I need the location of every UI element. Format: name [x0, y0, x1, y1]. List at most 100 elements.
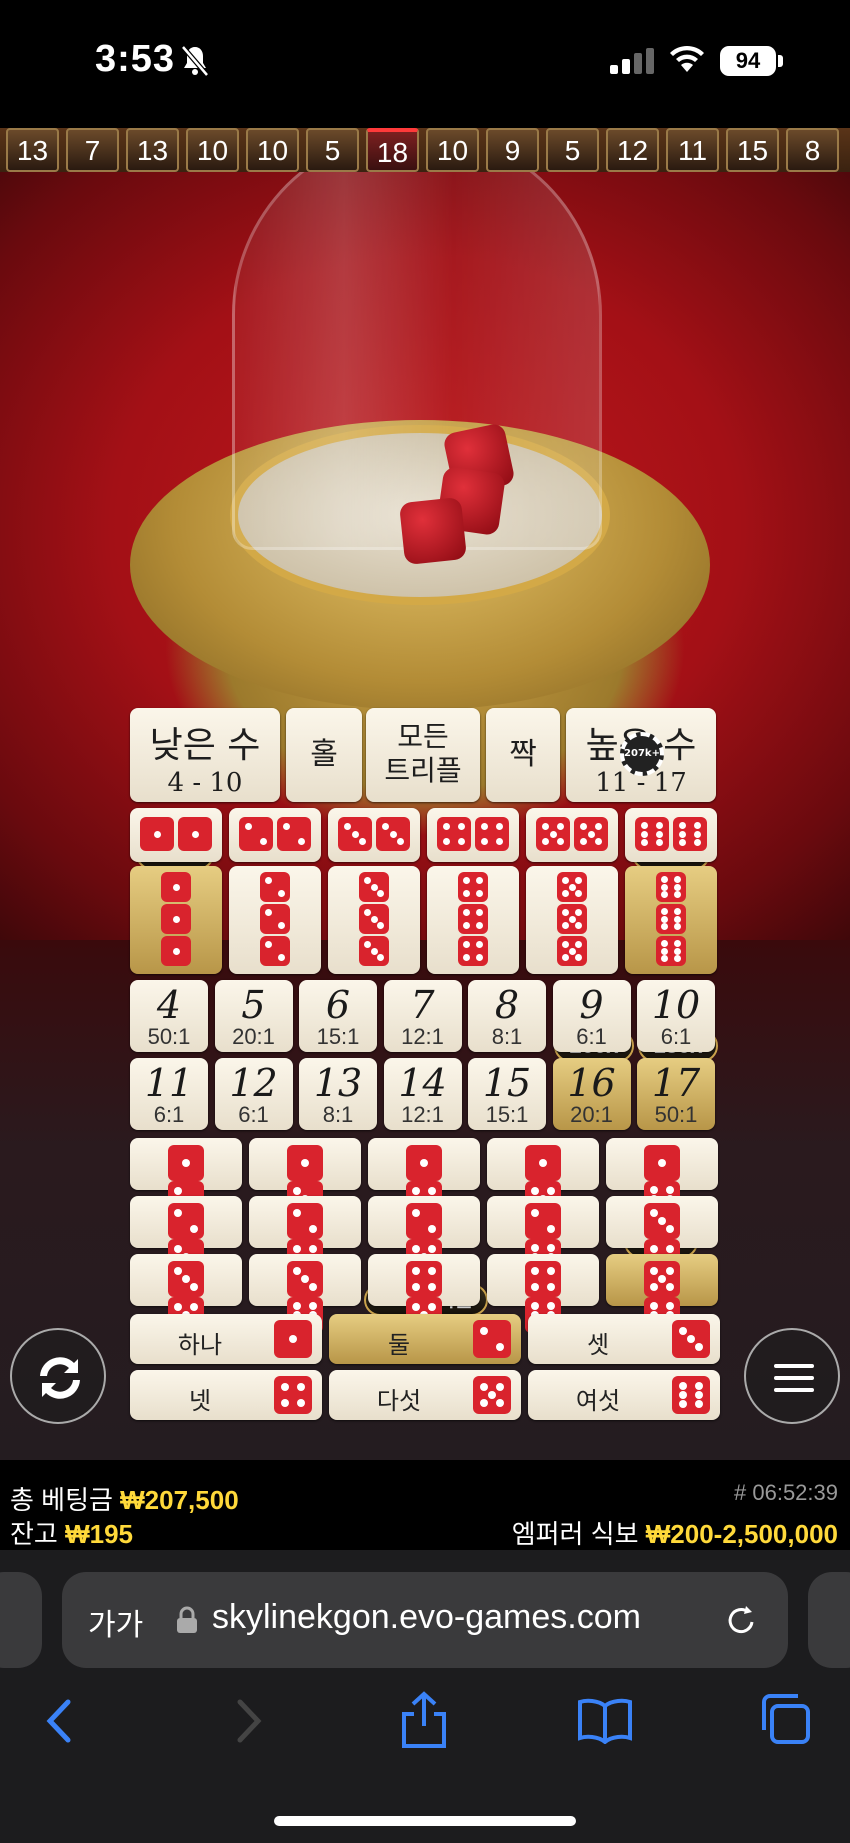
- die-face-6-icon: [656, 904, 686, 934]
- table-info: 엠퍼러 식보 ₩200-2,500,000: [512, 1514, 838, 1551]
- bet-double-4[interactable]: [427, 808, 519, 862]
- bet-single-6[interactable]: 여섯: [528, 1370, 720, 1420]
- bet-combo-3-5[interactable]: [130, 1254, 242, 1333]
- total-number: 5: [241, 983, 266, 1027]
- total-payout: 20:1: [570, 1102, 613, 1127]
- bet-total-8[interactable]: 8 8:1: [468, 980, 546, 1052]
- die-face-4-icon: [525, 1261, 561, 1297]
- bet-total-4[interactable]: 4 50:1: [130, 980, 208, 1052]
- bet-combo-2-4[interactable]: [249, 1196, 361, 1275]
- tabs-icon[interactable]: [758, 1692, 812, 1746]
- bet-combo-1-3[interactable]: [249, 1138, 361, 1217]
- bet-combo-1-4[interactable]: [368, 1138, 480, 1217]
- previous-tab-preview[interactable]: [0, 1572, 42, 1668]
- bet-triple-3[interactable]: [328, 866, 420, 974]
- menu-button[interactable]: [744, 1328, 840, 1424]
- repeat-bet-button[interactable]: [10, 1328, 106, 1424]
- die-face-1-icon: [644, 1145, 680, 1181]
- bet-single-4[interactable]: 넷: [130, 1370, 322, 1420]
- die-face-3-icon: [287, 1261, 323, 1297]
- balance: 잔고 ₩195: [10, 1514, 133, 1551]
- bet-double-1[interactable]: [130, 808, 222, 862]
- back-icon[interactable]: [40, 1696, 80, 1746]
- bet-triple-5[interactable]: [526, 866, 618, 974]
- bet-combo-1-6[interactable]: [606, 1138, 718, 1217]
- single-label: 둘: [387, 1331, 411, 1359]
- bet-total-17[interactable]: 17 50:1: [637, 1058, 715, 1130]
- bet-triple-1[interactable]: [130, 866, 222, 974]
- total-bet-value: ₩207,500: [120, 1485, 239, 1515]
- bet-odd[interactable]: 홀: [286, 708, 362, 802]
- bet-total-6[interactable]: 6 15:1: [299, 980, 377, 1052]
- bet-single-3[interactable]: 셋: [528, 1314, 720, 1364]
- bet-total-12[interactable]: 12 6:1: [214, 1058, 293, 1130]
- bet-small-range: 4 - 10: [167, 768, 243, 798]
- total-payout: 6:1: [153, 1102, 185, 1127]
- die-face-2-icon: [287, 1203, 323, 1239]
- bet-total-11[interactable]: 11 6:1: [130, 1058, 208, 1130]
- bet-total-13[interactable]: 13 8:1: [299, 1058, 377, 1130]
- address-bar[interactable]: 가가 skylinekgon.evo-games.com: [62, 1572, 788, 1668]
- total-payout: 6:1: [238, 1102, 269, 1127]
- forward-icon[interactable]: [228, 1696, 268, 1746]
- bet-combo-2-5[interactable]: [368, 1196, 480, 1275]
- bet-total-14[interactable]: 14 12:1: [383, 1058, 462, 1130]
- bet-combo-5-6[interactable]: [606, 1254, 718, 1333]
- single-label: 하나: [177, 1331, 223, 1359]
- bet-triple-6[interactable]: [625, 866, 717, 974]
- bet-combo-2-3[interactable]: [130, 1196, 242, 1275]
- die-face-5-icon: [536, 817, 570, 851]
- bet-combo-4-6[interactable]: [487, 1254, 599, 1333]
- die-face-3-icon: [644, 1203, 680, 1239]
- bet-combo-1-2[interactable]: [130, 1138, 242, 1217]
- bet-total-7[interactable]: 7 12:1: [383, 980, 462, 1052]
- bet-triple-4[interactable]: [427, 866, 519, 974]
- bet-single-1[interactable]: 하나: [130, 1314, 322, 1364]
- bookmarks-icon[interactable]: [576, 1696, 634, 1744]
- bet-double-3[interactable]: [328, 808, 420, 862]
- total-number: 7: [410, 983, 435, 1027]
- die-face-6-icon: [672, 1376, 710, 1414]
- bet-double-5[interactable]: [526, 808, 618, 862]
- bet-info-bar: 총 베팅금 ₩207,500 잔고 ₩195 # 06:52:39 엠퍼러 식보…: [0, 1470, 850, 1550]
- bet-even[interactable]: 짝: [486, 708, 560, 802]
- bet-total-15[interactable]: 15 15:1: [468, 1058, 546, 1130]
- total-number: 14: [398, 1061, 447, 1105]
- die-face-3-icon: [359, 872, 389, 902]
- bet-total-5[interactable]: 5 20:1: [214, 980, 293, 1052]
- bet-combo-2-6[interactable]: [487, 1196, 599, 1275]
- die-face-5-icon: [644, 1261, 680, 1297]
- bet-combo-1-5[interactable]: [487, 1138, 599, 1217]
- share-icon[interactable]: [398, 1690, 450, 1750]
- die-face-1-icon: [161, 904, 191, 934]
- bet-small[interactable]: 낮은 수 4 - 10: [130, 708, 280, 802]
- bet-double-6[interactable]: [625, 808, 717, 862]
- bet-odd-label: 홀: [310, 737, 338, 772]
- bet-total-10[interactable]: 10 6:1: [637, 980, 715, 1052]
- die-face-3-icon: [359, 936, 389, 966]
- bet-total-16[interactable]: 16 20:1: [552, 1058, 631, 1130]
- bet-single-5[interactable]: 다섯: [329, 1370, 521, 1420]
- total-number: 9: [579, 983, 604, 1027]
- next-tab-preview[interactable]: [808, 1572, 850, 1668]
- hamburger-icon: [774, 1364, 814, 1392]
- total-number: 15: [482, 1061, 532, 1105]
- bet-total-9[interactable]: 9 6:1: [552, 980, 631, 1052]
- bet-combo-4-5[interactable]: [368, 1254, 480, 1333]
- text-size-button[interactable]: 가가: [88, 1600, 143, 1644]
- total-payout: 50:1: [147, 1024, 191, 1049]
- reload-icon[interactable]: [722, 1600, 762, 1640]
- die-face-1-icon: [161, 936, 191, 966]
- bet-any-triple[interactable]: 모든 트리플: [366, 708, 480, 802]
- die-face-1-icon: [274, 1320, 312, 1358]
- bet-double-2[interactable]: [229, 808, 321, 862]
- total-number: 10: [651, 983, 701, 1027]
- bet-triple-2[interactable]: [229, 866, 321, 974]
- bet-combo-3-6[interactable]: [249, 1254, 361, 1333]
- bet-single-2[interactable]: 둘: [329, 1314, 521, 1364]
- bet-combo-3-4[interactable]: [606, 1196, 718, 1275]
- die-face-1-icon: [525, 1145, 561, 1181]
- die-face-2-icon: [168, 1203, 204, 1239]
- die-face-6-icon: [673, 817, 707, 851]
- total-number: 11: [144, 1061, 194, 1105]
